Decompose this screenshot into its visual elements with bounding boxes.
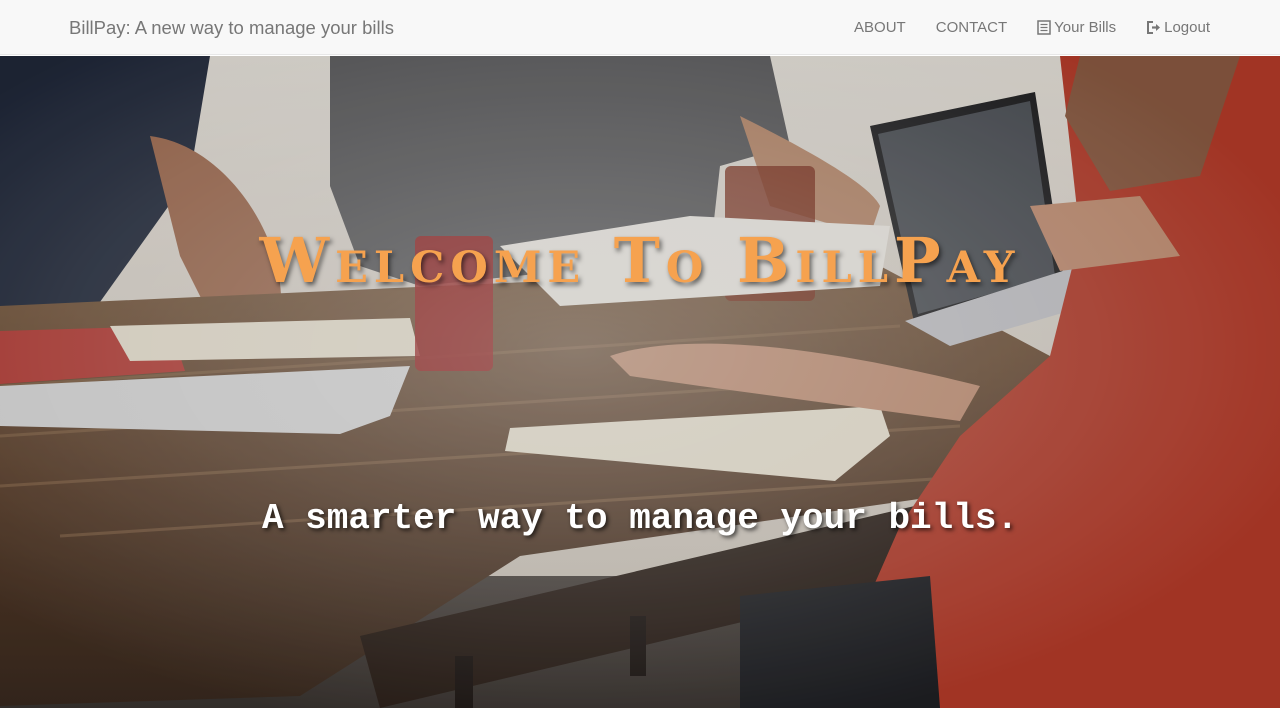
- hero-section: Welcome To BillPay A smarter way to mana…: [0, 56, 1280, 708]
- nav-about-link[interactable]: ABOUT: [854, 19, 906, 36]
- hero-background-photo: [0, 56, 1280, 708]
- hero-title: Welcome To BillPay: [259, 224, 1021, 297]
- nav-menu: ABOUT CONTACT Your Bills Logout: [854, 0, 1210, 55]
- list-alt-icon: [1037, 20, 1051, 35]
- brand-link[interactable]: BillPay: A new way to manage your bills: [69, 0, 394, 55]
- nav-your-bills-label: Your Bills: [1054, 19, 1117, 36]
- page-bottom: [0, 708, 1280, 712]
- nav-contact-link[interactable]: CONTACT: [936, 19, 1007, 36]
- top-navbar: BillPay: A new way to manage your bills …: [0, 0, 1280, 55]
- nav-about-label: ABOUT: [854, 19, 906, 36]
- nav-logout-link[interactable]: Logout: [1146, 19, 1210, 36]
- nav-logout-label: Logout: [1164, 19, 1210, 36]
- nav-contact-label: CONTACT: [935, 19, 1008, 36]
- nav-your-bills-link[interactable]: Your Bills: [1037, 19, 1116, 36]
- log-out-icon: [1146, 20, 1161, 35]
- hero-tagline: A smarter way to manage your bills.: [261, 498, 1019, 539]
